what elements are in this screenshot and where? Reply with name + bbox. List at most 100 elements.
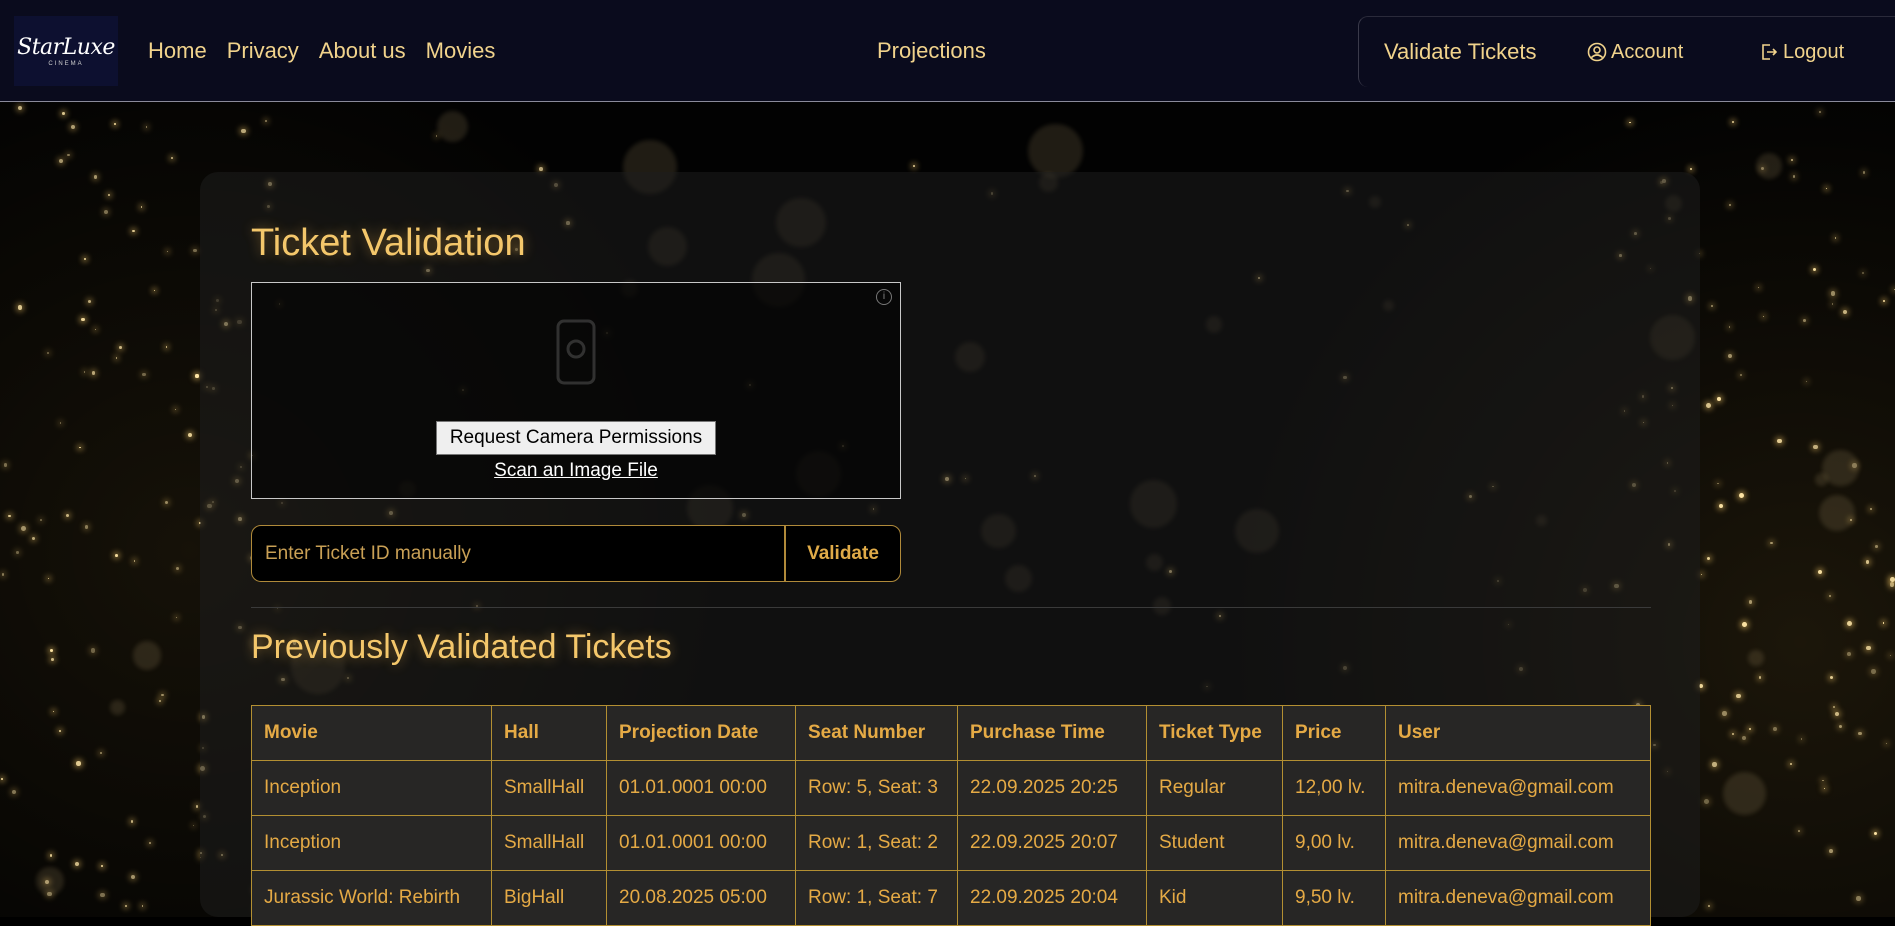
star-particle xyxy=(1882,300,1885,303)
cell-hall: SmallHall xyxy=(491,760,607,816)
cell-projection-date: 01.01.0001 00:00 xyxy=(606,815,796,871)
star-particle xyxy=(1717,482,1719,485)
star-particle xyxy=(1866,645,1871,651)
star-particle xyxy=(67,154,70,157)
nav-link-home[interactable]: Home xyxy=(148,38,207,64)
request-camera-button[interactable]: Request Camera Permissions xyxy=(436,421,716,455)
star-particle xyxy=(58,159,63,164)
logout-label: Logout xyxy=(1783,40,1845,63)
account-label: Account xyxy=(1611,40,1684,63)
star-particle xyxy=(1831,302,1834,305)
column-header: Purchase Time xyxy=(957,705,1147,761)
star-particle xyxy=(65,513,70,518)
validate-button[interactable]: Validate xyxy=(785,525,901,582)
star-particle xyxy=(1773,726,1778,731)
star-particle xyxy=(99,752,102,755)
star-particle xyxy=(1739,374,1742,377)
star-particle xyxy=(1885,743,1887,745)
logo[interactable]: StarLuxe CINEMA xyxy=(14,16,118,86)
star-particle xyxy=(193,248,197,253)
table-row: Jurassic World: Rebirth BigHall 20.08.20… xyxy=(251,870,1651,926)
star-particle xyxy=(40,519,43,521)
star-particle xyxy=(1741,736,1746,741)
nav-account-link[interactable]: Account xyxy=(1587,41,1683,64)
star-particle xyxy=(1871,669,1877,674)
cell-price: 9,50 lv. xyxy=(1282,870,1386,926)
star-particle xyxy=(1832,705,1836,709)
star-particle xyxy=(1818,110,1822,114)
star-particle xyxy=(3,463,8,467)
star-particle xyxy=(1732,732,1734,735)
star-particle xyxy=(1792,174,1796,178)
nav-link-about[interactable]: About us xyxy=(319,38,406,64)
column-header: User xyxy=(1385,705,1651,761)
star-particle xyxy=(1869,507,1873,511)
star-particle xyxy=(17,305,23,311)
nav-link-validate-tickets[interactable]: Validate Tickets xyxy=(1384,39,1536,65)
star-particle xyxy=(1803,319,1806,323)
cell-price: 12,00 lv. xyxy=(1282,760,1386,816)
cell-movie: Inception xyxy=(251,815,492,871)
cell-hall: SmallHall xyxy=(491,815,607,871)
star-particle xyxy=(153,289,155,291)
star-particle xyxy=(125,905,128,908)
star-particle xyxy=(1835,711,1840,717)
logo-text: StarLuxe xyxy=(17,35,115,60)
bokeh-particle xyxy=(110,700,125,715)
star-particle xyxy=(17,105,23,111)
star-particle xyxy=(101,864,104,867)
star-particle xyxy=(1828,848,1833,853)
nav-user-area: Validate Tickets Account Logout xyxy=(1358,16,1895,87)
bokeh-particle xyxy=(1756,153,1782,179)
star-particle xyxy=(170,157,174,160)
cell-hall: BigHall xyxy=(491,870,607,926)
star-particle xyxy=(1838,725,1842,729)
bokeh-particle xyxy=(132,641,162,670)
nav-link-movies[interactable]: Movies xyxy=(426,38,496,64)
star-particle xyxy=(94,328,97,331)
star-particle xyxy=(141,904,144,907)
scan-image-file-link[interactable]: Scan an Image File xyxy=(252,460,900,482)
ticket-id-input[interactable] xyxy=(251,525,785,582)
bokeh-particle xyxy=(1028,123,1083,179)
star-particle xyxy=(1862,171,1866,174)
cell-user: mitra.deneva@gmail.com xyxy=(1385,760,1651,816)
star-particle xyxy=(175,408,177,411)
nav-link-projections[interactable]: Projections xyxy=(877,0,986,102)
star-particle xyxy=(76,761,81,766)
cell-ticket-type: Kid xyxy=(1146,870,1283,926)
cell-ticket-type: Regular xyxy=(1146,760,1283,816)
star-particle xyxy=(1890,577,1895,582)
bokeh-particle xyxy=(1723,771,1766,815)
star-particle xyxy=(435,135,438,138)
star-particle xyxy=(1704,798,1710,804)
star-particle xyxy=(1790,158,1793,161)
cell-purchase-time: 22.09.2025 20:04 xyxy=(957,870,1147,926)
star-particle xyxy=(50,649,53,653)
nav-logout-link[interactable]: Logout xyxy=(1759,41,1844,64)
star-particle xyxy=(100,892,105,898)
star-particle xyxy=(49,854,52,857)
star-particle xyxy=(148,841,151,844)
star-particle xyxy=(1812,268,1817,272)
star-particle xyxy=(1757,286,1760,289)
star-particle xyxy=(1829,594,1832,597)
cell-price: 9,00 lv. xyxy=(1282,815,1386,871)
star-particle xyxy=(913,165,916,168)
star-particle xyxy=(83,371,86,373)
star-particle xyxy=(1789,762,1792,765)
star-particle xyxy=(1826,188,1828,190)
info-icon[interactable]: i xyxy=(876,289,892,305)
bokeh-particle xyxy=(436,110,469,142)
star-particle xyxy=(195,374,199,378)
nav-link-privacy[interactable]: Privacy xyxy=(227,38,299,64)
star-particle xyxy=(1858,731,1862,736)
star-particle xyxy=(107,194,110,197)
star-particle xyxy=(133,560,136,562)
table-row: Inception SmallHall 01.01.0001 00:00 Row… xyxy=(251,815,1651,871)
star-particle xyxy=(93,175,98,179)
star-particle xyxy=(176,616,178,619)
star-particle xyxy=(91,648,96,653)
star-particle xyxy=(1830,290,1836,296)
star-particle xyxy=(1823,788,1825,790)
